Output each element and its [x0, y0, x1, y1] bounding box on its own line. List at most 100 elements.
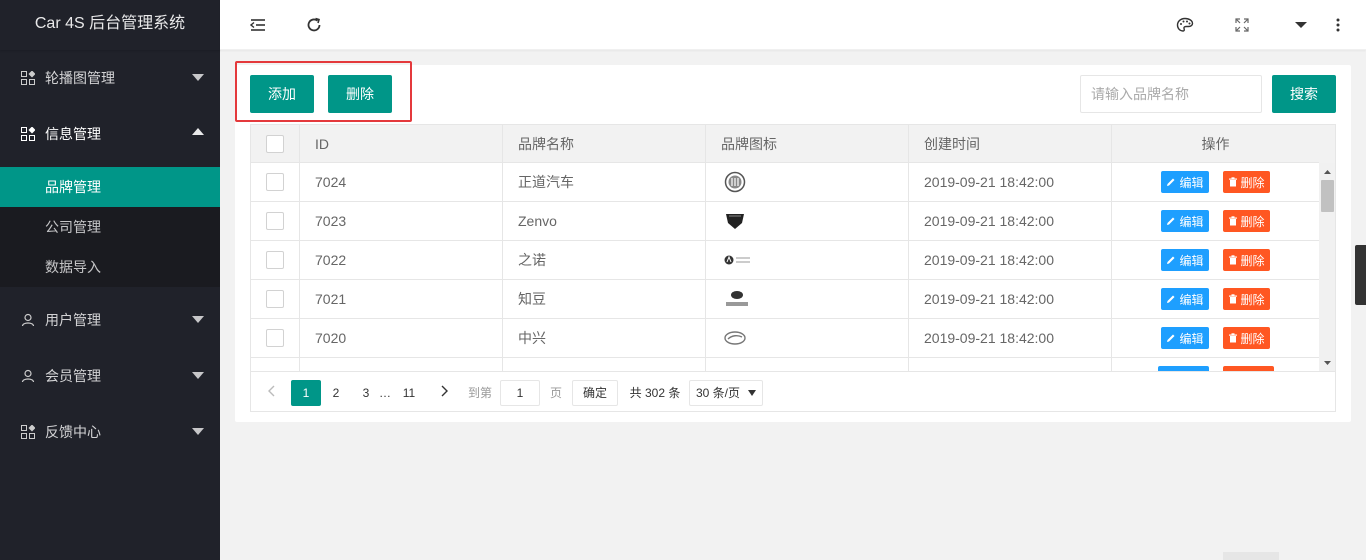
edit-button[interactable]: 编辑	[1161, 327, 1209, 349]
cell-actions	[1112, 358, 1319, 371]
page-size-select[interactable]: 30 条/页	[689, 380, 763, 406]
pencil-icon	[1167, 256, 1175, 264]
cell-created: 2019-09-21 18:42:00	[909, 163, 1112, 201]
brand-logo-image	[723, 170, 747, 194]
goto-prefix: 到第	[467, 386, 492, 400]
edit-button[interactable]: 编辑	[1161, 210, 1209, 232]
row-checkbox-cell	[251, 319, 300, 357]
chevron-down-icon	[192, 74, 204, 81]
delete-button[interactable]: 删除	[1222, 249, 1270, 271]
chevron-down-icon[interactable]	[1281, 0, 1321, 50]
cell-name: 之诺	[503, 241, 706, 279]
table-row: 7024 正道汽车 2019-09-21 18:42:00 编辑 删除	[251, 163, 1319, 202]
grid-icon	[20, 424, 36, 440]
table-scrollbar[interactable]	[1319, 163, 1335, 371]
fullscreen-icon[interactable]	[1222, 0, 1262, 50]
pencil-icon	[1167, 217, 1175, 225]
page-size-value: 30 条/页	[696, 386, 741, 400]
page-ellipsis: …	[379, 386, 391, 400]
trash-icon	[1228, 255, 1237, 265]
sidebar-item-label: 信息管理	[45, 126, 101, 142]
scroll-thumb[interactable]	[1321, 180, 1334, 212]
cell-id: 7024	[300, 163, 503, 201]
add-button[interactable]: 添加	[250, 75, 314, 113]
prev-page-icon[interactable]	[261, 380, 281, 406]
cell-created: 2019-09-21 18:42:00	[909, 202, 1112, 240]
trash-icon	[1228, 294, 1237, 304]
column-header-id[interactable]: ID	[300, 125, 503, 162]
sidebar-item-brand[interactable]: 品牌管理	[0, 167, 220, 207]
scroll-corner	[1319, 125, 1335, 163]
sidebar-item-users[interactable]: 用户管理	[0, 292, 220, 348]
cell-id: 7023	[300, 202, 503, 240]
sidebar-item-members[interactable]: 会员管理	[0, 348, 220, 404]
goto-confirm-button[interactable]: 确定	[572, 380, 618, 406]
page-11[interactable]: 11	[399, 380, 419, 406]
table-row	[251, 358, 1319, 371]
row-checkbox-cell	[251, 202, 300, 240]
search-button[interactable]: 搜索	[1272, 75, 1336, 113]
cell-name: Zenvo	[503, 202, 706, 240]
cell-actions: 编辑 删除	[1112, 319, 1319, 357]
header-checkbox-cell	[251, 125, 300, 162]
page-3[interactable]: 3	[356, 380, 376, 406]
sidebar-item-carousel[interactable]: 轮播图管理	[0, 50, 220, 106]
delete-button[interactable]: 删除	[1222, 171, 1270, 193]
total-count: 共 302 条	[629, 386, 681, 400]
table-row: 7021 知豆 2019-09-21 18:42:00 编辑 删除	[251, 280, 1319, 319]
batch-delete-button[interactable]: 删除	[328, 75, 392, 113]
edit-button[interactable]: 编辑	[1161, 171, 1209, 193]
sidebar-item-feedback[interactable]: 反馈中心	[0, 404, 220, 460]
cell-name: 知豆	[503, 280, 706, 318]
column-header-name[interactable]: 品牌名称	[503, 125, 706, 162]
goto-page-input[interactable]: 1	[500, 380, 540, 406]
page-1[interactable]: 1	[291, 380, 321, 406]
cell-id: 7020	[300, 319, 503, 357]
app-title: Car 4S 后台管理系统	[0, 0, 220, 50]
sidebar-item-company[interactable]: 公司管理	[0, 207, 220, 247]
row-checkbox[interactable]	[266, 212, 284, 230]
refresh-icon[interactable]	[294, 0, 334, 50]
scroll-down-icon[interactable]	[1319, 354, 1335, 371]
delete-button[interactable]: 删除	[1222, 288, 1270, 310]
top-header	[220, 0, 1366, 50]
row-checkbox-cell	[251, 280, 300, 318]
column-header-logo[interactable]: 品牌图标	[706, 125, 909, 162]
cell-actions: 编辑 删除	[1112, 280, 1319, 318]
row-checkbox[interactable]	[266, 251, 284, 269]
table-body: 7024 正道汽车 2019-09-21 18:42:00 编辑 删除 7023…	[251, 163, 1319, 371]
edit-button[interactable]: 编辑	[1161, 288, 1209, 310]
cell-created	[909, 358, 1112, 371]
scroll-up-icon[interactable]	[1319, 163, 1335, 180]
column-header-created[interactable]: 创建时间	[909, 125, 1112, 162]
chevron-up-icon	[192, 128, 204, 135]
side-widget[interactable]	[1355, 245, 1366, 305]
chevron-down-icon	[192, 428, 204, 435]
next-page-icon[interactable]	[435, 380, 455, 406]
page-2[interactable]: 2	[326, 380, 346, 406]
edit-label: 编辑	[1179, 253, 1204, 268]
cell-name	[503, 358, 706, 371]
delete-button[interactable]: 删除	[1222, 327, 1270, 349]
sidebar-item-data-import[interactable]: 数据导入	[0, 247, 220, 287]
search-input[interactable]	[1080, 75, 1262, 113]
bottom-widget	[1223, 552, 1279, 560]
row-checkbox[interactable]	[266, 173, 284, 191]
select-all-checkbox[interactable]	[266, 134, 284, 153]
table-header: ID 品牌名称 品牌图标 创建时间 操作	[251, 125, 1319, 163]
sidebar-item-label: 反馈中心	[45, 424, 101, 440]
edit-button[interactable]: 编辑	[1161, 249, 1209, 271]
cell-id	[300, 358, 503, 371]
row-checkbox[interactable]	[266, 329, 284, 347]
delete-label: 删除	[1240, 292, 1265, 307]
caret-down-icon	[748, 390, 756, 396]
more-icon[interactable]	[1318, 0, 1358, 50]
cell-logo	[706, 280, 909, 318]
palette-icon[interactable]	[1165, 0, 1205, 50]
delete-label: 删除	[1240, 175, 1265, 190]
menu-collapse-icon[interactable]	[238, 0, 278, 50]
sidebar-item-info[interactable]: 信息管理	[0, 106, 220, 162]
row-checkbox[interactable]	[266, 290, 284, 308]
delete-button[interactable]: 删除	[1222, 210, 1270, 232]
cell-created: 2019-09-21 18:42:00	[909, 319, 1112, 357]
